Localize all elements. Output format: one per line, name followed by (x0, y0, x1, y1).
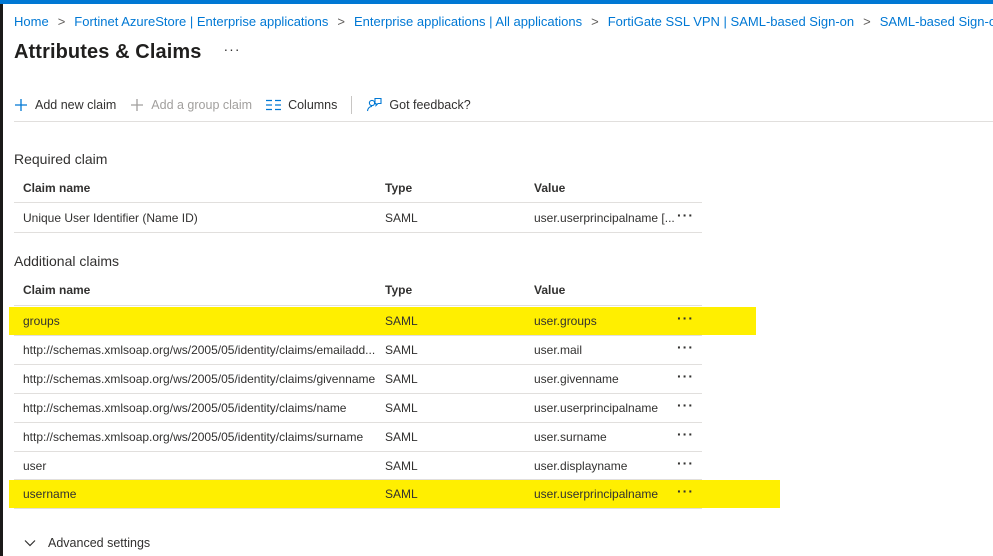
page-title: Attributes & Claims (14, 40, 202, 63)
advanced-settings-toggle[interactable]: Advanced settings (24, 534, 150, 552)
additional-claims-heading: Additional claims (14, 253, 120, 269)
toolbar-divider-line (14, 121, 993, 122)
command-bar: Add new claim Add a group claim Columns … (14, 94, 471, 116)
table-row[interactable]: groups SAML user.groups ··· (14, 307, 702, 335)
claim-value: user.displayname (534, 459, 628, 473)
plus-icon (130, 98, 144, 112)
claim-type: SAML (385, 372, 418, 386)
left-edge-bar (0, 4, 3, 556)
row-more-icon[interactable]: ··· (677, 426, 694, 442)
claim-value: user.groups (534, 314, 597, 328)
row-more-icon[interactable]: ··· (677, 368, 694, 384)
claim-value: user.givenname (534, 372, 619, 386)
row-more-icon[interactable]: ··· (677, 397, 694, 413)
add-group-claim-label: Add a group claim (151, 98, 253, 112)
row-more-icon[interactable]: ··· (677, 339, 694, 355)
claim-value: user.surname (534, 430, 607, 444)
claim-value: user.userprincipalname (534, 487, 659, 501)
breadcrumb-fortigate-saml[interactable]: FortiGate SSL VPN | SAML-based Sign-on (608, 14, 854, 29)
toolbar-divider (351, 96, 353, 114)
top-accent-bar (0, 0, 993, 4)
column-header-claim-name[interactable]: Claim name (23, 283, 90, 297)
claim-name: username (23, 487, 77, 501)
table-row[interactable]: user SAML user.displayname ··· (14, 452, 702, 480)
add-new-claim-label: Add new claim (35, 98, 117, 112)
claim-type: SAML (385, 459, 418, 473)
row-more-icon[interactable]: ··· (677, 207, 694, 223)
table-divider (14, 508, 702, 509)
more-options-icon[interactable]: ··· (224, 41, 241, 57)
add-group-claim-button[interactable]: Add a group claim (130, 98, 252, 112)
feedback-icon (366, 97, 382, 113)
claim-value: user.userprincipalname [... (534, 211, 674, 225)
add-new-claim-button[interactable]: Add new claim (14, 98, 116, 112)
chevron-down-icon (24, 539, 36, 547)
row-more-icon[interactable]: ··· (677, 455, 694, 471)
table-row[interactable]: http://schemas.xmlsoap.org/ws/2005/05/id… (14, 336, 702, 364)
claim-name: http://schemas.xmlsoap.org/ws/2005/05/id… (23, 343, 376, 357)
table-row[interactable]: http://schemas.xmlsoap.org/ws/2005/05/id… (14, 365, 702, 393)
feedback-button[interactable]: Got feedback? (366, 97, 471, 113)
column-header-type[interactable]: Type (385, 283, 412, 297)
columns-icon (266, 99, 282, 111)
column-header-value[interactable]: Value (534, 181, 565, 195)
claim-name: Unique User Identifier (Name ID) (23, 211, 198, 225)
required-claim-heading: Required claim (14, 151, 108, 167)
claim-type: SAML (385, 430, 418, 444)
breadcrumb: Home > Fortinet AzureStore | Enterprise … (14, 13, 993, 29)
breadcrumb-separator: > (337, 13, 345, 29)
claim-name: http://schemas.xmlsoap.org/ws/2005/05/id… (23, 372, 376, 386)
row-more-icon[interactable]: ··· (677, 310, 694, 326)
claim-type: SAML (385, 211, 418, 225)
breadcrumb-separator: > (863, 13, 871, 29)
table-row[interactable]: username SAML user.userprincipalname ··· (14, 480, 702, 508)
column-header-claim-name[interactable]: Claim name (23, 181, 90, 195)
breadcrumb-separator: > (57, 13, 66, 29)
claim-name: user (23, 459, 47, 473)
table-row[interactable]: http://schemas.xmlsoap.org/ws/2005/05/id… (14, 394, 702, 422)
breadcrumb-saml-sign-on[interactable]: SAML-based Sign-on (880, 14, 993, 29)
column-header-type[interactable]: Type (385, 181, 412, 195)
breadcrumb-fortinet-enterprise-apps[interactable]: Fortinet AzureStore | Enterprise applica… (74, 14, 328, 29)
title-row: Attributes & Claims ··· (14, 38, 241, 66)
feedback-label: Got feedback? (389, 98, 471, 112)
claim-name: http://schemas.xmlsoap.org/ws/2005/05/id… (23, 401, 347, 415)
table-row[interactable]: http://schemas.xmlsoap.org/ws/2005/05/id… (14, 423, 702, 451)
claim-type: SAML (385, 343, 418, 357)
plus-icon (14, 98, 28, 112)
breadcrumb-home[interactable]: Home (14, 14, 49, 29)
table-row[interactable]: Unique User Identifier (Name ID) SAML us… (14, 204, 702, 232)
advanced-settings-label: Advanced settings (48, 536, 151, 550)
breadcrumb-all-applications[interactable]: Enterprise applications | All applicatio… (354, 14, 582, 29)
claim-name: http://schemas.xmlsoap.org/ws/2005/05/id… (23, 430, 364, 444)
breadcrumb-separator: > (591, 13, 599, 29)
row-more-icon[interactable]: ··· (677, 483, 694, 499)
table-divider (14, 202, 702, 203)
columns-label: Columns (288, 98, 338, 112)
claim-value: user.userprincipalname (534, 401, 659, 415)
claim-value: user.mail (534, 343, 583, 357)
claim-type: SAML (385, 314, 418, 328)
table-divider (14, 305, 702, 306)
table-divider (14, 232, 702, 233)
claim-name: groups (23, 314, 60, 328)
column-header-value[interactable]: Value (534, 283, 565, 297)
claim-type: SAML (385, 487, 418, 501)
claim-type: SAML (385, 401, 418, 415)
columns-button[interactable]: Columns (266, 98, 337, 112)
